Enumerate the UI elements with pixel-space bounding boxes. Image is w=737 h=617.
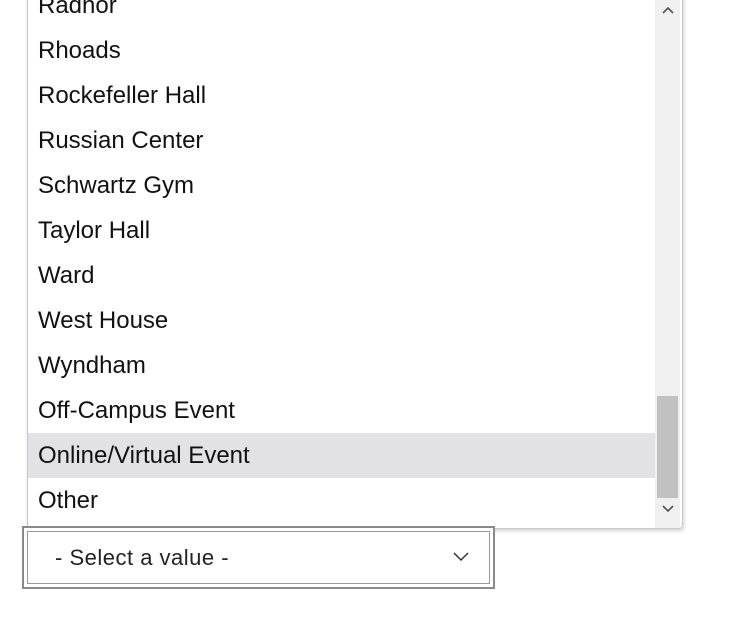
option-russian-center[interactable]: Russian Center xyxy=(28,118,655,163)
option-wyndham[interactable]: Wyndham xyxy=(28,343,655,388)
chevron-down-icon xyxy=(661,505,674,513)
scroll-up-button[interactable] xyxy=(655,0,680,21)
option-off-campus-event[interactable]: Off-Campus Event xyxy=(28,388,655,433)
option-list: Radnor Rhoads Rockefeller Hall Russian C… xyxy=(28,0,655,528)
scroll-down-button[interactable] xyxy=(655,498,680,520)
option-rhoads[interactable]: Rhoads xyxy=(28,28,655,73)
location-select[interactable]: - Select a value - xyxy=(22,526,495,589)
option-other[interactable]: Other xyxy=(28,478,655,523)
select-field[interactable]: - Select a value - xyxy=(27,531,490,584)
chevron-down-icon xyxy=(453,551,469,561)
option-rockefeller-hall[interactable]: Rockefeller Hall xyxy=(28,73,655,118)
option-west-house[interactable]: West House xyxy=(28,298,655,343)
dropdown-listbox[interactable]: Radnor Rhoads Rockefeller Hall Russian C… xyxy=(27,0,683,529)
option-ward[interactable]: Ward xyxy=(28,253,655,298)
option-online-virtual-event[interactable]: Online/Virtual Event xyxy=(28,433,655,478)
option-schwartz-gym[interactable]: Schwartz Gym xyxy=(28,163,655,208)
scroll-thumb[interactable] xyxy=(657,396,678,498)
option-taylor-hall[interactable]: Taylor Hall xyxy=(28,208,655,253)
dropdown-scrollbar[interactable] xyxy=(655,0,680,528)
option-radnor[interactable]: Radnor xyxy=(28,0,655,28)
select-current-value: - Select a value - xyxy=(55,544,230,570)
chevron-up-icon xyxy=(661,6,674,14)
